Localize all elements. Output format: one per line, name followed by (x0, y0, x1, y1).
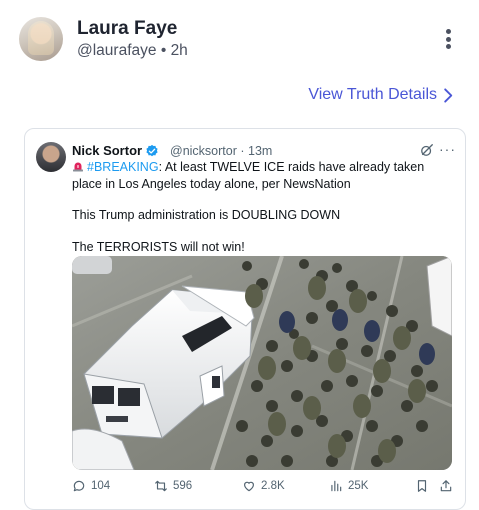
grok-icon[interactable] (420, 143, 434, 157)
bookmark-button[interactable] (415, 479, 429, 493)
embedded-tweet[interactable]: Nick Sortor @nicksortor · 13m ··· #BREAK… (24, 128, 466, 510)
tweet-author-avatar[interactable] (36, 142, 66, 172)
repost-button[interactable]: 596 (154, 479, 192, 493)
chevron-right-icon (444, 87, 453, 103)
post-time: 2h (170, 42, 188, 59)
tweet-meta: @nicksortor · 13m (170, 144, 273, 158)
view-truth-details-link[interactable]: View Truth Details (308, 86, 453, 104)
tweet-actions: 104 596 2.8K 25K (72, 479, 457, 499)
avatar[interactable] (19, 17, 63, 61)
views-icon (331, 480, 342, 492)
display-name[interactable]: Laura Faye (77, 18, 177, 40)
tweet-text: #BREAKING: At least TWELVE ICE raids hav… (72, 159, 457, 255)
tweet-more-button[interactable]: ··· (439, 141, 456, 157)
views-button[interactable]: 25K (329, 479, 368, 493)
tweet-author-handle[interactable]: @nicksortor (170, 144, 237, 158)
reply-count: 104 (91, 480, 111, 492)
reply-icon (73, 480, 85, 492)
siren-icon (73, 162, 83, 172)
like-button[interactable]: 2.8K (242, 479, 285, 493)
share-icon (440, 480, 452, 492)
share-button[interactable] (439, 479, 453, 493)
reply-button[interactable]: 104 (72, 479, 110, 493)
tweet-author-name[interactable]: Nick Sortor (72, 143, 159, 158)
tweet-author-name-text: Nick Sortor (72, 143, 143, 158)
like-icon (244, 481, 254, 492)
handle-line: @laurafaye • 2h (77, 42, 188, 60)
verified-badge-icon (146, 144, 158, 156)
view-truth-details-label: View Truth Details (308, 86, 437, 103)
tweet-time: 13m (248, 144, 273, 158)
separator: • (160, 42, 167, 59)
repost-count: 596 (173, 480, 193, 492)
post-header: Laura Faye @laurafaye • 2h (0, 0, 479, 80)
like-count: 2.8K (261, 480, 285, 492)
tweet-text-line3: The TERRORISTS will not win! (72, 239, 245, 254)
aerial-photo (72, 256, 452, 470)
hashtag-link[interactable]: #BREAKING (87, 160, 159, 174)
more-vertical-icon (445, 29, 451, 34)
bookmark-icon (417, 480, 427, 492)
more-options-button[interactable] (440, 29, 456, 53)
user-handle[interactable]: @laurafaye (77, 42, 157, 59)
views-count: 25K (348, 480, 369, 492)
tweet-media-image[interactable] (72, 256, 452, 470)
tweet-text-line2: This Trump administration is DOUBLING DO… (72, 208, 341, 222)
repost-icon (155, 480, 167, 492)
